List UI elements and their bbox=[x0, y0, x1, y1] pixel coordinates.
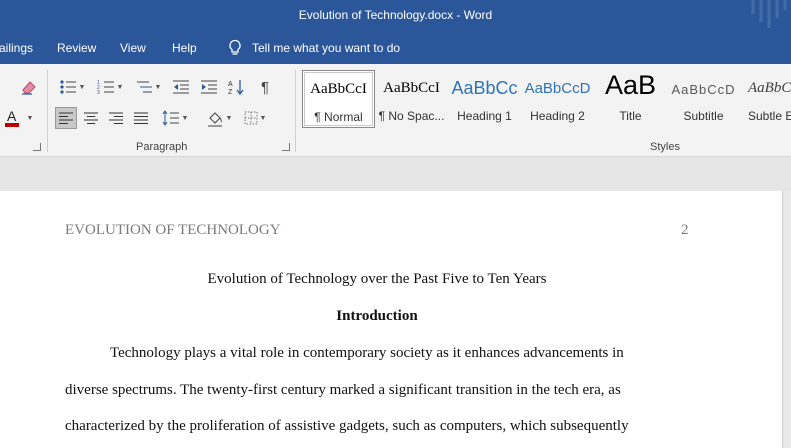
styles-group-label: Styles bbox=[650, 141, 680, 153]
style-heading-1[interactable]: AaBbCc Heading 1 bbox=[448, 70, 521, 128]
style-subtitle[interactable]: AaBbCcD Subtitle bbox=[667, 70, 740, 128]
tell-me-search[interactable]: Tell me what you want to do bbox=[228, 39, 400, 57]
multilevel-list-button[interactable]: ▼ bbox=[132, 76, 164, 98]
style-name: Title bbox=[619, 109, 642, 123]
align-right-icon bbox=[109, 112, 123, 124]
chevron-down-icon: ▼ bbox=[78, 83, 86, 91]
justify-icon bbox=[134, 112, 148, 124]
title-bar-pattern bbox=[751, 0, 787, 28]
borders-icon bbox=[244, 111, 258, 125]
tell-me-label: Tell me what you want to do bbox=[252, 41, 401, 55]
align-left-button[interactable] bbox=[55, 107, 77, 129]
tab-view[interactable]: View bbox=[120, 41, 146, 55]
sort-icon: AZ bbox=[228, 80, 244, 96]
pilcrow-icon: ¶ bbox=[260, 78, 270, 96]
document-title: Evolution of Technology over the Past Fi… bbox=[207, 271, 547, 287]
title-bar: Evolution of Technology.docx - Word bbox=[0, 0, 791, 32]
paragraph-group-label: Paragraph bbox=[136, 141, 188, 153]
align-center-button[interactable] bbox=[80, 107, 102, 129]
style-sample: AaBbCc bbox=[451, 78, 518, 98]
style-no-spacing[interactable]: AaBbCcI ¶ No Spac... bbox=[375, 70, 448, 128]
justify-button[interactable] bbox=[130, 107, 152, 129]
document-canvas-margin bbox=[0, 157, 791, 191]
line-spacing-button[interactable]: ▼ bbox=[159, 107, 191, 129]
style-subtle-emphasis[interactable]: AaBbCcl Subtle Em bbox=[740, 70, 791, 128]
paragraph-line: Technology plays a vital role in contemp… bbox=[110, 345, 624, 361]
align-center-icon bbox=[84, 112, 98, 124]
chevron-down-icon: ▼ bbox=[26, 114, 34, 122]
style-sample: AaB bbox=[604, 70, 657, 100]
style-title[interactable]: AaB Title bbox=[594, 70, 667, 128]
style-sample: AaBbCcD bbox=[671, 82, 736, 97]
vertical-scrollbar[interactable] bbox=[784, 191, 791, 448]
chevron-down-icon: ▼ bbox=[259, 114, 267, 122]
bullets-icon bbox=[59, 80, 76, 94]
eraser-icon bbox=[22, 81, 36, 95]
style-name: Subtitle bbox=[683, 109, 724, 123]
paragraph-line: diverse spectrums. The twenty-first cent… bbox=[65, 382, 621, 398]
document-page[interactable]: EVOLUTION OF TECHNOLOGY 2 Evolution of T… bbox=[0, 191, 783, 448]
style-name: ¶ No Spac... bbox=[378, 109, 445, 123]
svg-text:A: A bbox=[7, 108, 17, 124]
style-sample: AaBbCcl bbox=[748, 80, 791, 96]
style-heading-2[interactable]: AaBbCcD Heading 2 bbox=[521, 70, 594, 128]
paint-bucket-icon bbox=[207, 112, 222, 127]
font-color-icon: A bbox=[4, 108, 19, 127]
align-left-icon bbox=[59, 112, 73, 124]
clear-formatting-button[interactable] bbox=[14, 76, 44, 98]
show-formatting-marks-button[interactable]: ¶ bbox=[254, 76, 276, 98]
increase-indent-icon bbox=[201, 80, 217, 94]
ribbon: A ▼ ▼ 1 2 3 ▼ ▼ A Z ¶ ▼ ▼ ▼ Paragraph Aa… bbox=[0, 64, 791, 157]
style-name: Heading 2 bbox=[530, 109, 585, 123]
shading-button[interactable]: ▼ bbox=[202, 107, 236, 129]
align-right-button[interactable] bbox=[105, 107, 127, 129]
decrease-indent-icon bbox=[173, 80, 189, 94]
style-sample: AaBbCcI bbox=[383, 80, 440, 96]
paragraph-dialog-launcher[interactable] bbox=[282, 143, 290, 151]
increase-indent-button[interactable] bbox=[198, 76, 220, 98]
chevron-down-icon: ▼ bbox=[225, 114, 233, 122]
numbering-button[interactable]: 1 2 3 ▼ bbox=[94, 76, 126, 98]
running-head: EVOLUTION OF TECHNOLOGY bbox=[65, 222, 281, 238]
style-name: ¶ Normal bbox=[314, 110, 363, 124]
font-dialog-launcher[interactable] bbox=[33, 143, 41, 151]
tab-mailings[interactable]: ailings bbox=[0, 41, 33, 55]
ribbon-tab-bar: ailings Review View Help Tell me what yo… bbox=[0, 32, 791, 64]
sort-button[interactable]: AZ bbox=[226, 76, 248, 98]
paragraph-line: characterized by the proliferation of as… bbox=[65, 418, 629, 434]
line-spacing-icon bbox=[162, 110, 179, 126]
style-normal[interactable]: AaBbCcI ¶ Normal bbox=[302, 70, 375, 128]
chevron-down-icon: ▼ bbox=[154, 83, 162, 91]
lightbulb-icon bbox=[229, 39, 241, 55]
svg-text:Z: Z bbox=[228, 89, 233, 96]
style-name: Heading 1 bbox=[457, 109, 512, 123]
multilevel-list-icon bbox=[136, 81, 152, 93]
tab-review[interactable]: Review bbox=[57, 41, 96, 55]
style-sample: AaBbCcD bbox=[524, 80, 591, 97]
chevron-down-icon: ▼ bbox=[116, 83, 124, 91]
chevron-down-icon: ▼ bbox=[181, 114, 189, 122]
decrease-indent-button[interactable] bbox=[170, 76, 192, 98]
style-name: Subtle Em bbox=[748, 109, 791, 123]
window-title: Evolution of Technology.docx - Word bbox=[298, 8, 493, 22]
style-sample: AaBbCcI bbox=[310, 81, 367, 97]
numbering-icon: 1 2 3 bbox=[97, 80, 114, 95]
svg-text:3: 3 bbox=[97, 90, 100, 95]
font-color-button[interactable]: A ▼ bbox=[0, 107, 36, 129]
bullets-button[interactable]: ▼ bbox=[56, 76, 88, 98]
styles-gallery: AaBbCcI ¶ Normal AaBbCcI ¶ No Spac... Aa… bbox=[302, 70, 791, 134]
font-color-swatch bbox=[4, 123, 19, 127]
page-number: 2 bbox=[681, 222, 689, 238]
borders-button[interactable]: ▼ bbox=[239, 107, 271, 129]
section-heading: Introduction bbox=[336, 308, 418, 324]
tab-help[interactable]: Help bbox=[172, 41, 197, 55]
svg-text:A: A bbox=[228, 81, 233, 88]
